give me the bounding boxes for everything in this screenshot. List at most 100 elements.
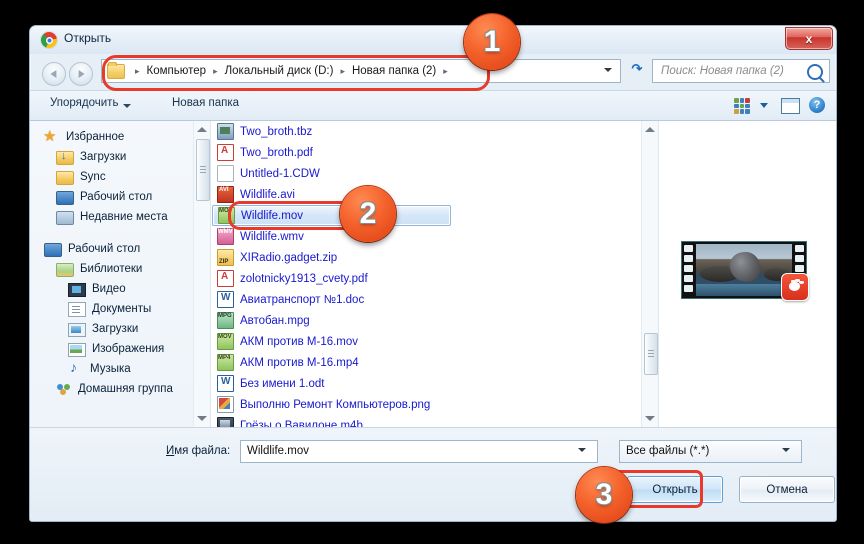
refresh-button[interactable]: ↷: [627, 61, 647, 79]
file-list-item-selected[interactable]: Wildlife.mov: [212, 205, 451, 226]
search-box[interactable]: Поиск: Новая папка (2): [652, 59, 830, 83]
sidebar-item-homegroup[interactable]: Домашняя группа: [30, 379, 210, 399]
close-button[interactable]: x: [785, 27, 833, 50]
downloads-library-icon: [68, 323, 86, 337]
screenshot-root: Открыть x ▸ Компьютер ▸ Локальный диск (…: [0, 0, 864, 544]
command-toolbar: Упорядочить Новая папка ?: [30, 90, 836, 121]
close-icon: x: [806, 32, 813, 46]
sidebar-item-downloads-library[interactable]: Загрузки: [30, 319, 210, 339]
step-badge-2-label: 2: [360, 197, 377, 231]
file-list-scrollbar-thumb[interactable]: [644, 333, 658, 375]
scroll-down-arrow-icon[interactable]: [645, 416, 655, 421]
sidebar-item-pictures[interactable]: Изображения: [30, 339, 210, 359]
preview-pane-icon[interactable]: [781, 98, 800, 114]
sidebar-item-downloads[interactable]: Загрузки: [30, 147, 210, 167]
file-list-item[interactable]: Wildlife.avi: [211, 184, 658, 205]
search-input[interactable]: Поиск: Новая папка (2): [661, 65, 784, 77]
step-badge-1: 1: [464, 14, 520, 70]
file-name: Wildlife.mov: [241, 210, 303, 222]
file-list-item[interactable]: Авиатранспорт №1.doc: [211, 289, 658, 310]
step-badge-3-label: 3: [596, 478, 613, 512]
chevron-down-icon[interactable]: [604, 68, 612, 72]
sidebar-item-recent-places[interactable]: Недавние места: [30, 207, 210, 227]
forward-button[interactable]: [69, 62, 93, 86]
file-list-item[interactable]: zolotnicky1913_cvety.pdf: [211, 268, 658, 289]
breadcrumb-item-new-folder[interactable]: Новая папка (2): [351, 65, 437, 77]
sidebar-item-libraries[interactable]: Библиотеки: [30, 259, 210, 279]
file-name-label-rest: мя файла:: [174, 445, 230, 457]
desktop-icon: [56, 191, 74, 205]
sidebar-item-video[interactable]: Видео: [30, 279, 210, 299]
sidebar-scrollbar[interactable]: [193, 121, 210, 427]
sidebar-item-music[interactable]: Музыка: [30, 359, 210, 379]
file-name-input[interactable]: Wildlife.mov: [240, 440, 598, 463]
file-list-item[interactable]: Wildlife.wmv: [211, 226, 658, 247]
cancel-button-label: Отмена: [766, 484, 807, 496]
help-icon[interactable]: ?: [809, 97, 825, 113]
breadcrumb-item-local-disk[interactable]: Локальный диск (D:): [224, 65, 335, 77]
scroll-up-arrow-icon[interactable]: [197, 127, 207, 132]
file-name: Two_broth.tbz: [240, 126, 312, 138]
file-list-item[interactable]: Автобан.mpg: [211, 310, 658, 331]
file-list[interactable]: Two_broth.tbz Two_broth.pdf Untitled-1.C…: [211, 121, 658, 427]
file-name: zolotnicky1913_cvety.pdf: [240, 273, 368, 285]
file-name: Грёзы о Вавилоне.m4b: [240, 420, 363, 428]
file-list-item[interactable]: Two_broth.tbz: [211, 121, 658, 142]
chevron-down-icon[interactable]: [760, 103, 768, 108]
media-player-badge-icon: [781, 273, 809, 301]
avi-video-icon: [217, 186, 234, 203]
sidebar-item-desktop-root[interactable]: Рабочий стол: [30, 239, 210, 259]
zip-file-icon: [217, 249, 234, 266]
new-folder-button[interactable]: Новая папка: [172, 97, 239, 109]
chevron-down-icon[interactable]: [123, 104, 131, 108]
sidebar-item-documents[interactable]: Документы: [30, 299, 210, 319]
file-list-item[interactable]: Two_broth.pdf: [211, 142, 658, 163]
chevron-down-icon[interactable]: [782, 448, 790, 452]
open-file-dialog: Открыть x ▸ Компьютер ▸ Локальный диск (…: [29, 25, 837, 522]
mpg-video-icon: [217, 312, 234, 329]
dialog-footer: Имя файла: Wildlife.mov Все файлы (*.*) …: [30, 428, 836, 522]
mov-video-icon: [217, 333, 234, 350]
view-grid-icon[interactable]: [734, 98, 750, 114]
file-name: Untitled-1.CDW: [240, 168, 320, 180]
sidebar-item-label: Рабочий стол: [68, 243, 140, 255]
open-button-label: Открыть: [652, 484, 697, 496]
file-list-item[interactable]: Untitled-1.CDW: [211, 163, 658, 184]
m4b-audio-icon: [217, 417, 234, 427]
file-name: Автобан.mpg: [240, 315, 310, 327]
file-type-filter-select[interactable]: Все файлы (*.*): [619, 440, 802, 463]
sidebar-scrollbar-thumb[interactable]: [196, 139, 210, 201]
sidebar-item-favorites[interactable]: Избранное: [30, 127, 210, 147]
seals-photo: [696, 244, 792, 296]
file-list-scrollbar[interactable]: [641, 121, 658, 427]
open-button[interactable]: Открыть: [627, 476, 723, 503]
file-name: АКМ против М-16.mp4: [240, 357, 359, 369]
homegroup-icon: [56, 382, 72, 396]
file-list-item[interactable]: АКМ против М-16.mov: [211, 331, 658, 352]
cancel-button[interactable]: Отмена: [739, 476, 835, 503]
preview-pane: [658, 121, 836, 427]
png-image-icon: [217, 396, 234, 413]
navigation-sidebar: Избранное Загрузки Sync Рабочий стол: [30, 121, 211, 427]
scroll-up-arrow-icon[interactable]: [645, 127, 655, 132]
back-button[interactable]: [42, 62, 66, 86]
file-name: Авиатранспорт №1.doc: [240, 294, 364, 306]
file-list-item[interactable]: Грёзы о Вавилоне.m4b: [211, 415, 658, 427]
file-name-label: Имя файла:: [166, 445, 230, 457]
breadcrumb-item-computer[interactable]: Компьютер: [146, 65, 208, 77]
file-list-item[interactable]: Без имени 1.odt: [211, 373, 658, 394]
breadcrumb-separator: ▸: [207, 67, 224, 76]
address-bar[interactable]: ▸ Компьютер ▸ Локальный диск (D:) ▸ Нова…: [101, 59, 621, 83]
sidebar-tree: Избранное Загрузки Sync Рабочий стол: [30, 121, 210, 399]
file-list-item[interactable]: XIRadio.gadget.zip: [211, 247, 658, 268]
chevron-down-icon[interactable]: [578, 448, 586, 452]
music-library-icon: [68, 362, 84, 376]
desktop-icon: [44, 243, 62, 257]
organize-button[interactable]: Упорядочить: [50, 97, 118, 109]
sidebar-item-label: Недавние места: [80, 211, 168, 223]
sidebar-item-desktop[interactable]: Рабочий стол: [30, 187, 210, 207]
file-list-item[interactable]: АКМ против М-16.mp4: [211, 352, 658, 373]
scroll-down-arrow-icon[interactable]: [197, 416, 207, 421]
sidebar-item-sync[interactable]: Sync: [30, 167, 210, 187]
file-list-item[interactable]: Выполню Ремонт Компьютеров.png: [211, 394, 658, 415]
